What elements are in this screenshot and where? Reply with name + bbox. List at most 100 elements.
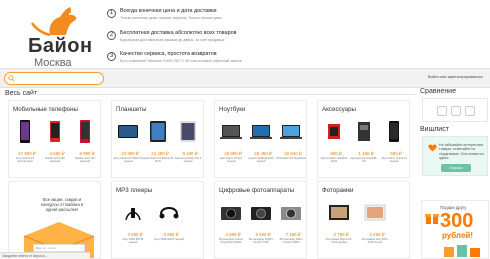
- logo[interactable]: Байон Москва: [20, 5, 100, 70]
- product-name[interactable]: Фотоаппарат Fujifilm FinePix T400: [246, 238, 276, 244]
- category-card-cameras[interactable]: Цифровые фотоаппараты 4 990 ₽ Фотоаппара…: [214, 181, 307, 259]
- product-item[interactable]: 24 990 ₽ Sony Xperia Z2 Tablet 16 черный: [113, 119, 143, 163]
- sidebar: Сравнение Вишлист Не забывайте интересны…: [420, 88, 490, 176]
- product-name[interactable]: Sony NWZ-B173F черный: [118, 238, 148, 244]
- product-item[interactable]: 32 840 ₽ HP Pavilion 15 Sleekbook: [276, 119, 306, 160]
- category-card-accessories[interactable]: Аксессуары 690 ₽ Карта памяти SanDisk 16…: [317, 100, 410, 178]
- product-image: [364, 204, 386, 221]
- product-item[interactable]: 1 190 ₽ Аккумулятор Nokia BL-5C: [350, 119, 378, 163]
- product-item[interactable]: 17 990 ₽ Sony Xperia Z1 фиолетовый: [12, 119, 38, 163]
- product-image: [328, 124, 340, 139]
- product-image: [251, 207, 271, 220]
- promo-title: Всегда конечная цена и дата доставки: [120, 8, 217, 14]
- product-image: [250, 125, 272, 139]
- product-image: [118, 125, 138, 138]
- product-item[interactable]: 4 990 ₽ Фотоаппарат Canon PowerShot A250…: [218, 200, 244, 244]
- search-bar: Войти или зарегистрироваться: [0, 68, 490, 88]
- category-title[interactable]: MP3 плееры: [116, 187, 152, 194]
- product-image: [180, 121, 196, 142]
- category-title[interactable]: Планшеты: [116, 106, 146, 113]
- product-item[interactable]: 4 690 ₽ Nokia Lumia 520 красный: [42, 119, 68, 163]
- product-name[interactable]: Samsung Galaxy Tab 3 черный: [173, 157, 203, 163]
- wishlist-title: Вишлист: [420, 126, 449, 133]
- product-image: [159, 207, 179, 219]
- product-name[interactable]: Apple iPad mini Retina 16 Wi-Fi: [143, 157, 173, 163]
- product-image: [220, 125, 242, 139]
- product-item[interactable]: 8 990 ₽ Nokia Lumia 720 красный: [72, 119, 98, 163]
- product-image: [358, 122, 370, 141]
- category-card-mp3[interactable]: MP3 плееры 3 290 ₽ Sony NWZ-B173F черный…: [111, 181, 204, 259]
- product-image: [221, 207, 241, 220]
- product-item[interactable]: 26 990 ₽ Acer Aspire V5-571 черный: [218, 119, 244, 163]
- product-item[interactable]: 7 190 ₽ Фотоаппарат Nikon Coolpix S3500: [278, 200, 304, 244]
- product-image: [125, 208, 141, 221]
- product-item[interactable]: 590 ₽ Чехол Sony Xperia Z1 черный: [381, 119, 407, 163]
- promo-number: 3: [107, 52, 116, 61]
- category-title[interactable]: Мобильные телефоны: [13, 106, 78, 113]
- category-title[interactable]: Цифровые фотоаппараты: [219, 187, 294, 194]
- product-item[interactable]: 28 450 ₽ Lenovo IdeaPad Z510 черный: [248, 119, 274, 163]
- product-name[interactable]: Чехол Sony Xperia Z1 черный: [379, 157, 409, 163]
- product-image: [281, 207, 301, 220]
- wishlist-ok-button[interactable]: Хорошо: [441, 164, 471, 172]
- newsletter-card: Все акции, скидки и конкурсы от Байона в…: [8, 181, 101, 259]
- product-image: [80, 120, 90, 143]
- product-item[interactable]: 2 790 ₽ Фоторамка Digma PF-1043 черный: [326, 200, 352, 244]
- promo-title: Качество сервиса, простота возвратов: [120, 51, 217, 57]
- product-name[interactable]: Фотоаппарат Nikon Coolpix S3500: [276, 238, 306, 244]
- product-name[interactable]: Acer Aspire V5-571 черный: [216, 157, 246, 163]
- product-item[interactable]: 8 190 ₽ Samsung Galaxy Tab 3 черный: [175, 119, 201, 163]
- category-card-tablets[interactable]: Планшеты 24 990 ₽ Sony Xperia Z2 Tablet …: [111, 100, 204, 178]
- product-image: [329, 205, 349, 220]
- gifts-illustration-icon: [444, 245, 480, 257]
- product-item[interactable]: 6 490 ₽ Фотоаппарат Fujifilm FinePix T40…: [248, 200, 274, 244]
- kangaroo-logo-icon: [30, 7, 77, 37]
- compare-box[interactable]: [422, 98, 488, 122]
- product-item[interactable]: 21 490 ₽ Apple iPad mini Retina 16 Wi-Fi: [143, 119, 173, 163]
- wishlist-hint: Не забывайте интересные товары: отмечайт…: [439, 143, 484, 161]
- promo-subtitle: Курьерская доставка всех заказов до двер…: [120, 37, 226, 42]
- product-image: [280, 125, 302, 139]
- search-input[interactable]: [4, 72, 104, 85]
- wishlist-box: Не забывайте интересные товары: отмечайт…: [422, 136, 488, 176]
- category-title[interactable]: Аксессуары: [322, 106, 356, 113]
- referral-promo-card[interactable]: Подари другу 300 рублей!: [421, 200, 489, 259]
- promo-number: 1: [107, 9, 116, 18]
- divider: [30, 94, 415, 95]
- product-item[interactable]: 3 490 ₽ Фоторамка Sony DPF-D720 белый: [362, 200, 388, 244]
- promo-item: 2 Бесплатная доставка абсолютно всех тов…: [107, 29, 307, 50]
- category-card-laptops[interactable]: Ноутбуки 26 990 ₽ Acer Aspire V5-571 чер…: [214, 100, 307, 178]
- product-name[interactable]: Sony Xperia Z2 Tablet 16 черный: [113, 157, 143, 163]
- logo-title: Байон: [28, 35, 93, 57]
- product-name[interactable]: Lenovo IdeaPad Z510 черный: [246, 157, 276, 163]
- category-title[interactable]: Ноутбуки: [219, 106, 245, 113]
- product-name[interactable]: Nokia Lumia 720 красный: [70, 157, 100, 163]
- product-name[interactable]: Карта памяти SanDisk 16Gb: [319, 157, 349, 163]
- promo-card-currency: рублей!: [442, 231, 473, 240]
- promo-card-amount: 300: [440, 210, 474, 232]
- promo-item: 1 Всегда конечная цена и дата доставки Т…: [107, 7, 307, 28]
- category-card-phones[interactable]: Мобильные телефоны 17 990 ₽ Sony Xperia …: [8, 100, 101, 178]
- newsletter-email-input[interactable]: Ваш эл. почта: [33, 244, 85, 252]
- product-name[interactable]: Sony NWZ-W273 черный: [154, 238, 184, 241]
- gift-icon: [425, 214, 439, 224]
- product-item[interactable]: 690 ₽ Карта памяти SanDisk 16Gb: [321, 119, 347, 163]
- product-item[interactable]: 3 290 ₽ Sony NWZ-B173F черный: [120, 200, 146, 244]
- product-name[interactable]: Фоторамка Sony DPF-D720 белый: [360, 238, 390, 244]
- compare-slot: [465, 106, 475, 116]
- product-name[interactable]: Nokia Lumia 520 красный: [40, 157, 70, 163]
- product-name[interactable]: Аккумулятор Nokia BL-5C: [349, 157, 379, 163]
- product-name[interactable]: Фоторамка Digma PF-1043 черный: [324, 238, 354, 244]
- product-image: [20, 120, 30, 143]
- product-name[interactable]: Фотоаппарат Canon PowerShot A2500: [216, 238, 246, 244]
- promo-list: 1 Всегда конечная цена и дата доставки Т…: [107, 7, 307, 72]
- promo-subtitle: Есть сомнения? Звоните: 8 800 250 77 80 …: [120, 59, 243, 63]
- product-image: [389, 121, 399, 142]
- product-name[interactable]: HP Pavilion 15 Sleekbook: [276, 157, 306, 160]
- product-item[interactable]: 3 990 ₽ Sony NWZ-W273 черный: [154, 200, 184, 241]
- category-title[interactable]: Фоторамки: [322, 187, 354, 194]
- category-card-photoframes[interactable]: Фоторамки 2 790 ₽ Фоторамка Digma PF-104…: [317, 181, 410, 259]
- promo-number: 2: [107, 30, 116, 40]
- login-link[interactable]: Войти или зарегистрироваться: [428, 75, 483, 79]
- product-name[interactable]: Sony Xperia Z1 фиолетовый: [10, 157, 40, 163]
